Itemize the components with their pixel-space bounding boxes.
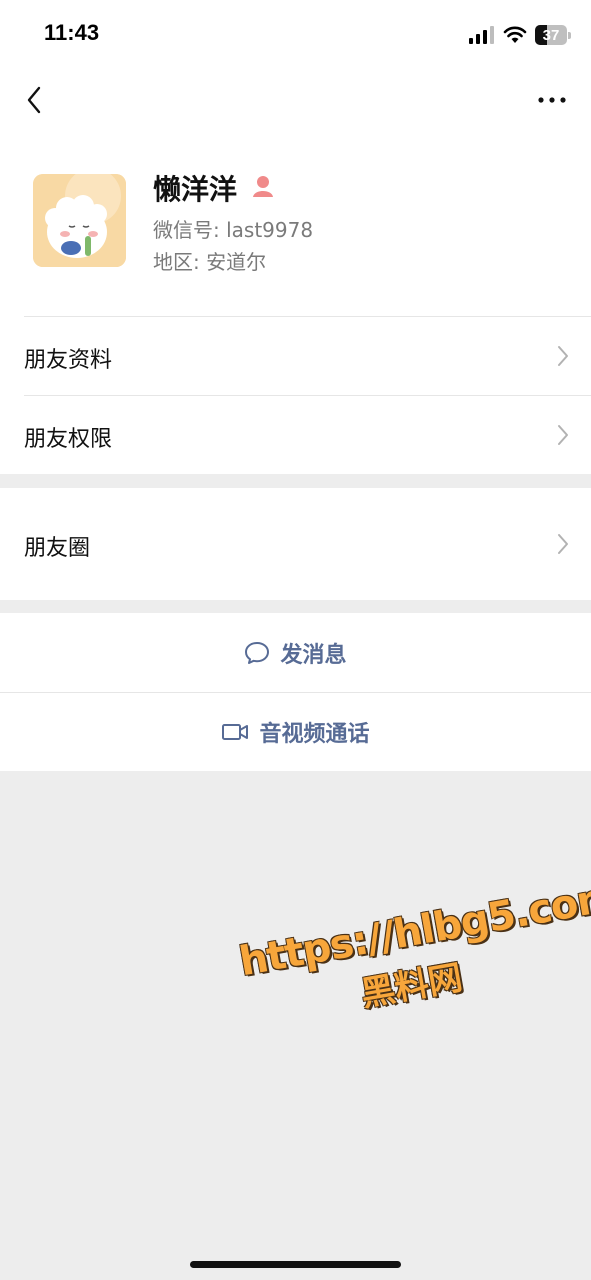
chevron-right-icon [558,534,568,554]
menu-label: 朋友资料 [24,348,113,373]
watermark: https://hlbg5.com 黑料网 [236,874,591,1036]
home-indicator[interactable] [190,1261,401,1268]
profile-header: 懒洋洋 微信号: last9978 地区: 安道尔 [0,130,591,316]
more-button[interactable] [531,80,573,120]
avatar[interactable] [33,174,126,267]
wifi-icon [503,26,527,43]
action-group: 发消息 音视频通话 [0,613,591,771]
video-call-button[interactable]: 音视频通话 [0,692,591,771]
menu-label: 朋友圈 [24,536,91,561]
divider [24,316,591,317]
video-camera-icon [222,723,249,740]
battery-level: 37 [542,26,560,44]
cellular-signal-icon [469,26,494,44]
menu-friend-info[interactable]: 朋友资料 [0,316,591,395]
female-user-icon [253,176,273,197]
send-message-label: 发消息 [280,642,347,668]
status-icons: 37 [469,22,571,48]
profile-menu-group: 朋友资料 朋友权限 [0,316,591,474]
chevron-left-icon [27,86,41,114]
menu-moments[interactable]: 朋友圈 [0,488,591,600]
contact-name: 懒洋洋 [153,173,238,206]
status-bar: 11:43 37 [0,0,591,70]
chevron-right-icon [558,425,568,445]
menu-friend-permissions[interactable]: 朋友权限 [0,395,591,474]
battery-icon: 37 [535,25,571,45]
region: 地区: 安道尔 [153,250,267,274]
back-button[interactable] [14,80,54,120]
wechat-id: 微信号: last9978 [153,218,314,242]
avatar-image [33,174,126,267]
chat-bubble-icon [245,641,270,664]
divider [24,395,591,396]
divider [0,692,591,693]
menu-label: 朋友权限 [24,427,113,452]
send-message-button[interactable]: 发消息 [0,613,591,692]
nav-bar [0,70,591,130]
chevron-right-icon [558,346,568,366]
moments-group: 朋友圈 [0,488,591,600]
more-dots-icon [538,97,566,103]
video-call-label: 音视频通话 [259,721,370,747]
status-time: 11:43 [44,20,100,45]
